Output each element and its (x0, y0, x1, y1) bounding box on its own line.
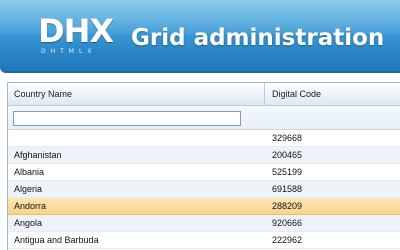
country-filter-input[interactable] (13, 111, 241, 126)
logo-subtext: DHTMLX (41, 48, 97, 55)
cell-digital-code[interactable]: 329668 (272, 130, 397, 146)
table-row[interactable]: Angola 920666 (8, 215, 400, 232)
cell-country-name[interactable]: Antigua and Barbuda (14, 232, 259, 248)
cell-country-name[interactable] (14, 130, 259, 146)
page-title: Grid administration (131, 25, 385, 51)
column-header-digital-code[interactable]: Digital Code (265, 83, 400, 105)
cell-digital-code[interactable]: 288209 (272, 198, 397, 214)
table-row[interactable]: Antigua and Barbuda 222962 (8, 232, 400, 249)
grid-header-row: Country Name Digital Code (8, 83, 400, 106)
grid-filter-row (8, 106, 400, 130)
page-header: DHX DHTMLX Grid administration (0, 0, 400, 73)
dhx-logo: DHX DHTMLX (38, 14, 114, 58)
cell-country-name[interactable]: Algeria (14, 181, 259, 197)
cell-digital-code[interactable]: 200465 (272, 147, 397, 163)
table-row[interactable]: Andorra 288209 (8, 198, 400, 215)
cell-country-name[interactable]: Angola (14, 215, 259, 231)
table-row[interactable]: Algeria 691588 (8, 181, 400, 198)
table-row[interactable]: Afghanistan 200465 (8, 147, 400, 164)
logo-mark: DHX (38, 12, 114, 50)
app-window: DHX DHTMLX Grid administration Country N… (0, 0, 400, 250)
cell-country-name[interactable]: Afghanistan (14, 147, 259, 163)
cell-country-name[interactable]: Andorra (14, 198, 259, 214)
cell-digital-code[interactable]: 920666 (272, 215, 397, 231)
column-header-country-name[interactable]: Country Name (8, 83, 265, 105)
table-row[interactable]: 329668 (8, 130, 400, 147)
cell-country-name[interactable]: Albania (14, 164, 259, 180)
grid-body: 329668 Afghanistan 200465 Albania 525199 Alge… (8, 130, 400, 249)
data-grid: Country Name Digital Code 329668 Afghanis… (7, 82, 400, 250)
cell-digital-code[interactable]: 525199 (272, 164, 397, 180)
cell-digital-code[interactable]: 691588 (272, 181, 397, 197)
cell-digital-code[interactable]: 222962 (272, 232, 397, 248)
table-row[interactable]: Albania 525199 (8, 164, 400, 181)
